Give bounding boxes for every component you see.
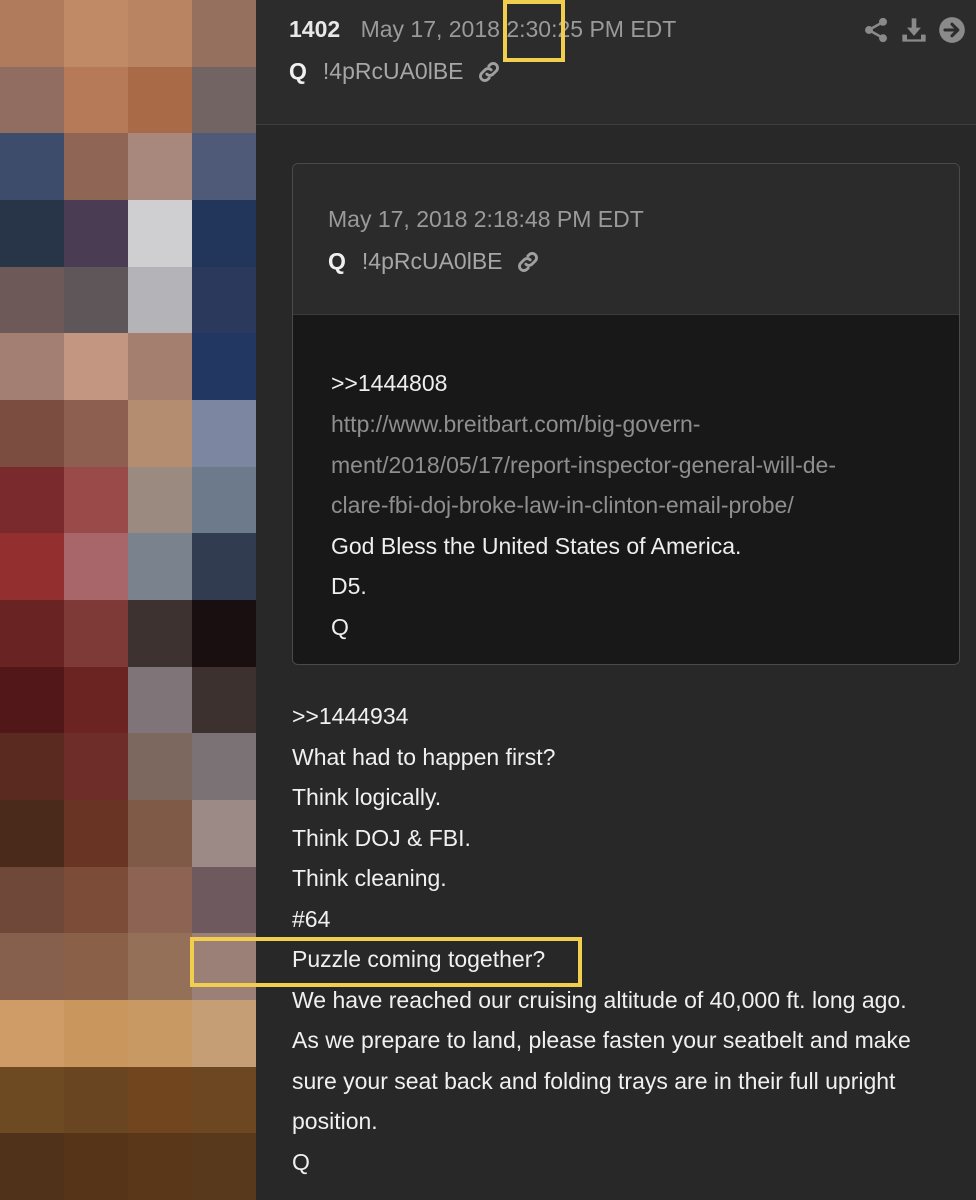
tripcode: !4pRcUA0lBE (322, 58, 464, 84)
text-line: position. (292, 1108, 378, 1134)
post-author: Q !4pRcUA0lBE (289, 58, 502, 85)
link-icon[interactable] (515, 249, 541, 275)
reply-link[interactable]: >>1444934 (292, 703, 408, 730)
text-line: Think logically. (292, 784, 442, 810)
text-line: Q (331, 614, 349, 640)
url-link[interactable]: ment/2018/05/17/report-inspector-general… (331, 452, 836, 479)
tripcode: !4pRcUA0lBE (361, 248, 503, 274)
author-name: Q (328, 248, 346, 274)
download-icon[interactable] (900, 16, 928, 44)
quoted-post-author: Q !4pRcUA0lBE (328, 248, 541, 275)
text-line: #64 (292, 906, 331, 932)
quoted-post: May 17, 2018 2:18:48 PM EDT Q !4pRcUA0lB… (292, 163, 960, 665)
link-icon[interactable] (476, 59, 502, 85)
arrow-circle-icon[interactable] (938, 16, 966, 44)
text-line: As we prepare to land, please fasten you… (292, 1027, 911, 1053)
post: 1402 May 17, 2018 2:30:25 PM EDT Q !4pRc… (256, 0, 976, 1200)
text-line: Q (292, 1149, 310, 1175)
post-header: 1402 May 17, 2018 2:30:25 PM EDT Q !4pRc… (256, 0, 976, 125)
text-line: D5. (331, 573, 367, 599)
text-line: We have reached our cruising altitude of… (292, 987, 907, 1013)
text-line: What had to happen first? (292, 744, 556, 770)
url-link[interactable]: http://www.breitbart.com/big-govern- (331, 411, 700, 438)
pixelated-image (0, 0, 256, 1200)
text-line: God Bless the United States of America. (331, 533, 742, 559)
share-icon[interactable] (862, 16, 890, 44)
url-link[interactable]: clare-fbi-doj-broke-law-in-clinton-email… (331, 492, 794, 519)
text-line: Think cleaning. (292, 865, 447, 891)
text-line: Think DOJ & FBI. (292, 825, 471, 851)
post-actions (862, 16, 966, 44)
quoted-post-datetime: May 17, 2018 2:18:48 PM EDT (328, 206, 644, 232)
text-line: sure your seat back and folding trays ar… (292, 1068, 896, 1094)
quoted-post-body: >>1444808 http://www.breitbart.com/big-g… (293, 315, 959, 664)
author-name: Q (289, 58, 307, 84)
puzzle-highlight-box (190, 937, 582, 987)
time-highlight-box (503, 0, 565, 62)
reply-link[interactable]: >>1444808 (331, 370, 447, 397)
post-number[interactable]: 1402 (289, 16, 340, 42)
quoted-post-header: May 17, 2018 2:18:48 PM EDT Q !4pRcUA0lB… (293, 164, 959, 315)
post-meta: 1402 May 17, 2018 2:30:25 PM EDT (289, 16, 676, 43)
